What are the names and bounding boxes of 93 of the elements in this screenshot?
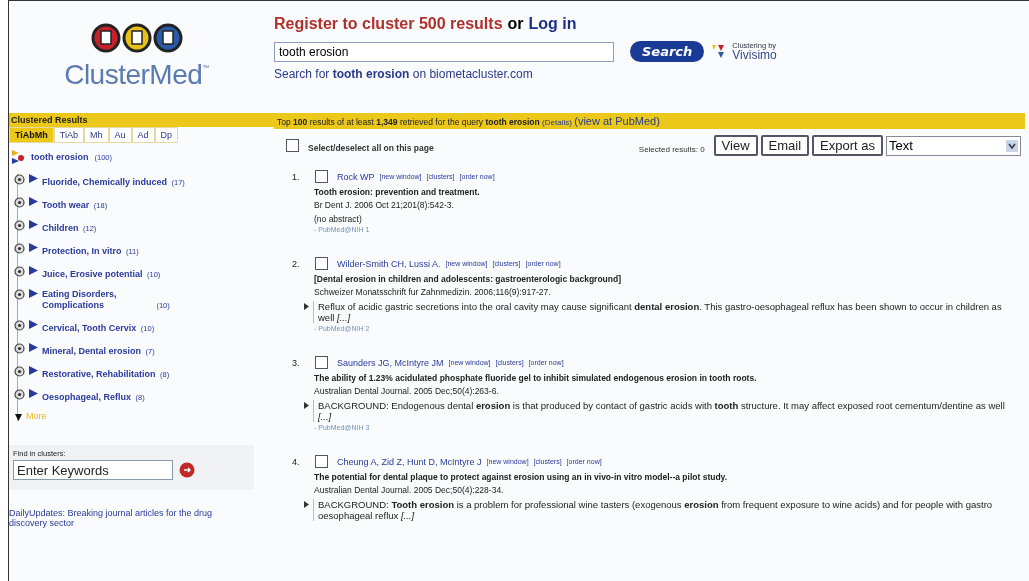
expand-icon[interactable] [14, 320, 25, 331]
cluster-tab[interactable]: Au [108, 127, 132, 143]
pubmed-link[interactable]: (view at PubMed) [574, 115, 660, 127]
result-title: The ability of 1.23% acidulated phosphate fluoride gel to inhibit simulated endogenous erosion in tooth roots. [314, 373, 758, 383]
action-button[interactable]: Email [760, 135, 810, 156]
cluster-link[interactable]: Eating Disorders, Complications [42, 289, 152, 311]
expand-icon[interactable] [14, 220, 25, 231]
expand-icon[interactable] [14, 174, 25, 185]
results-summary: Top 100 results of at least 1,349 retrieved for the query tooth erosion [277, 117, 540, 127]
expand-icon[interactable] [14, 197, 25, 208]
expand-arrow-icon[interactable] [304, 501, 309, 508]
select-all-label: Select/deselect all on this page [308, 142, 434, 153]
vivisimo-text: Vivisimo [732, 49, 777, 62]
result-checkbox[interactable] [315, 170, 328, 183]
result-checkbox[interactable] [315, 455, 328, 468]
triangle-icon [29, 174, 38, 183]
expand-icon[interactable] [14, 343, 25, 354]
cluster-link[interactable]: Tooth wear [42, 200, 90, 210]
cluster-tab[interactable]: Dp [154, 127, 179, 143]
cluster-tab[interactable]: TiAbMh [9, 127, 54, 143]
triangle-icon [29, 197, 38, 206]
no-abstract-text: (no abstract) [314, 214, 363, 224]
expand-arrow-icon[interactable] [304, 303, 309, 310]
logo-circle-icon [152, 23, 183, 53]
down-arrow-icon [15, 411, 22, 421]
register-link[interactable]: Register to cluster 500 results [274, 15, 503, 33]
cluster-root-icon [11, 149, 25, 165]
cluster-link[interactable]: Mineral, Dental erosion [42, 346, 142, 356]
result-number: 4. [292, 456, 301, 467]
expand-icon[interactable] [14, 289, 25, 300]
cluster-link[interactable]: Juice, Erosive potential [42, 269, 143, 279]
triangle-icon [29, 220, 38, 229]
cluster-tab[interactable]: TiAb [53, 127, 84, 143]
daily-updates-link[interactable]: DailyUpdates: Breaking journal articles for the drug discovery sector [9, 508, 249, 528]
logo-circle-icon [90, 23, 121, 53]
result-number: 3. [292, 357, 301, 368]
expand-icon[interactable] [14, 243, 25, 254]
result-number: 1. [292, 171, 301, 182]
cluster-link[interactable]: Cervical, Tooth Cervix [42, 323, 137, 333]
cluster-link[interactable]: Children [42, 223, 79, 233]
author-link[interactable]: Wilder-Smith CH, Lussi A. [337, 258, 441, 269]
cluster-link[interactable]: Protection, In vitro [42, 246, 122, 256]
format-select[interactable]: Text [886, 135, 1021, 156]
select-all-checkbox[interactable] [286, 139, 299, 152]
sidebar-title: Clustered Results [9, 113, 274, 127]
cluster-tab[interactable]: Mh [84, 127, 109, 143]
triangle-icon [29, 389, 38, 398]
keyword-field[interactable]: Enter Keywords [13, 460, 173, 480]
triangle-icon [29, 366, 38, 375]
citation-text: Schweizer Monatsschrift fur Zahnmedizin. 2006;116(9):917-27. [314, 287, 552, 297]
abstract-text: BACKGROUND: Endogenous dental erosion is that produced by contact of gastric acids with tooth structure. It may affect exposed root cementum/dentine as well [...] [313, 400, 1018, 422]
triangle-icon [29, 243, 38, 252]
author-link[interactable]: Saunders JG, McIntyre JM [337, 357, 444, 368]
cluster-tab[interactable]: Ad [131, 127, 155, 143]
citation-text: Br Dent J. 2006 Oct 21;201(8):542-3. [314, 200, 455, 210]
or-text: or [507, 15, 524, 33]
logo-text: ClusterMed$^{™}$ [64, 58, 209, 90]
result-title: [Dental erosion in children and adolescents: gastroenterologic background] [314, 274, 622, 284]
cluster-link[interactable]: Fluoride, Chemically induced [42, 177, 168, 187]
result-checkbox[interactable] [315, 356, 328, 369]
triangle-icon [29, 320, 38, 329]
triangle-icon [29, 289, 38, 298]
expand-icon[interactable] [14, 389, 25, 400]
details-link[interactable]: (Details) [542, 118, 572, 127]
search-for-link[interactable]: Search for tooth erosion on biometacluster.com [274, 67, 777, 81]
citation-text: Australian Dental Journal. 2005 Dec;50(4):263-6. [314, 386, 500, 396]
cluster-link[interactable]: Oesophageal, Reflux [42, 392, 132, 402]
cluster-link[interactable]: tooth erosion [31, 152, 89, 162]
search-field[interactable]: tooth erosion [274, 41, 614, 62]
triangle-icon [29, 343, 38, 352]
expand-icon[interactable] [14, 266, 25, 277]
result-title: Tooth erosion: prevention and treatment. [314, 187, 481, 197]
login-link[interactable]: Log in [528, 15, 577, 33]
result-number: 2. [292, 258, 301, 269]
abstract-text: BACKGROUND: Tooth erosion is a problem for professional wine tasters (exogenous erosion from frequent exposure to wine acids) and for people with gastro oesophageal reflux [...] [313, 499, 1018, 521]
expand-arrow-icon[interactable] [304, 402, 309, 409]
v-logo-icon [712, 45, 725, 58]
expand-icon[interactable] [14, 366, 25, 377]
action-button[interactable]: Export as [812, 135, 883, 156]
cluster-link[interactable]: Restorative, Rehabilitation [42, 369, 156, 379]
author-link[interactable]: Cheung A, Zid Z, Hunt D, McIntyre J [337, 456, 482, 467]
triangle-icon [29, 266, 38, 275]
dropdown-icon[interactable] [1006, 139, 1018, 152]
action-button[interactable]: View [713, 135, 758, 156]
go-button-icon[interactable] [179, 462, 195, 478]
abstract-text: Reflux of acidic gastric secretions into the oral cavity may cause significant dental erosion. This gastro-oesophageal reflux has been shown to occur in children as well [...] [313, 301, 1018, 323]
search-button[interactable]: Search [630, 41, 705, 62]
author-link[interactable]: Rock WP [337, 171, 375, 182]
selected-count: Selected results: 0 [638, 145, 705, 154]
result-checkbox[interactable] [315, 257, 328, 270]
result-title: The potential for dental plaque to protect against erosion using an in vivo-in vitro model--a pilot study. [314, 472, 729, 482]
citation-text: Australian Dental Journal. 2005 Dec;50(4):228-34. [314, 485, 505, 495]
logo-circle-icon [121, 23, 152, 53]
